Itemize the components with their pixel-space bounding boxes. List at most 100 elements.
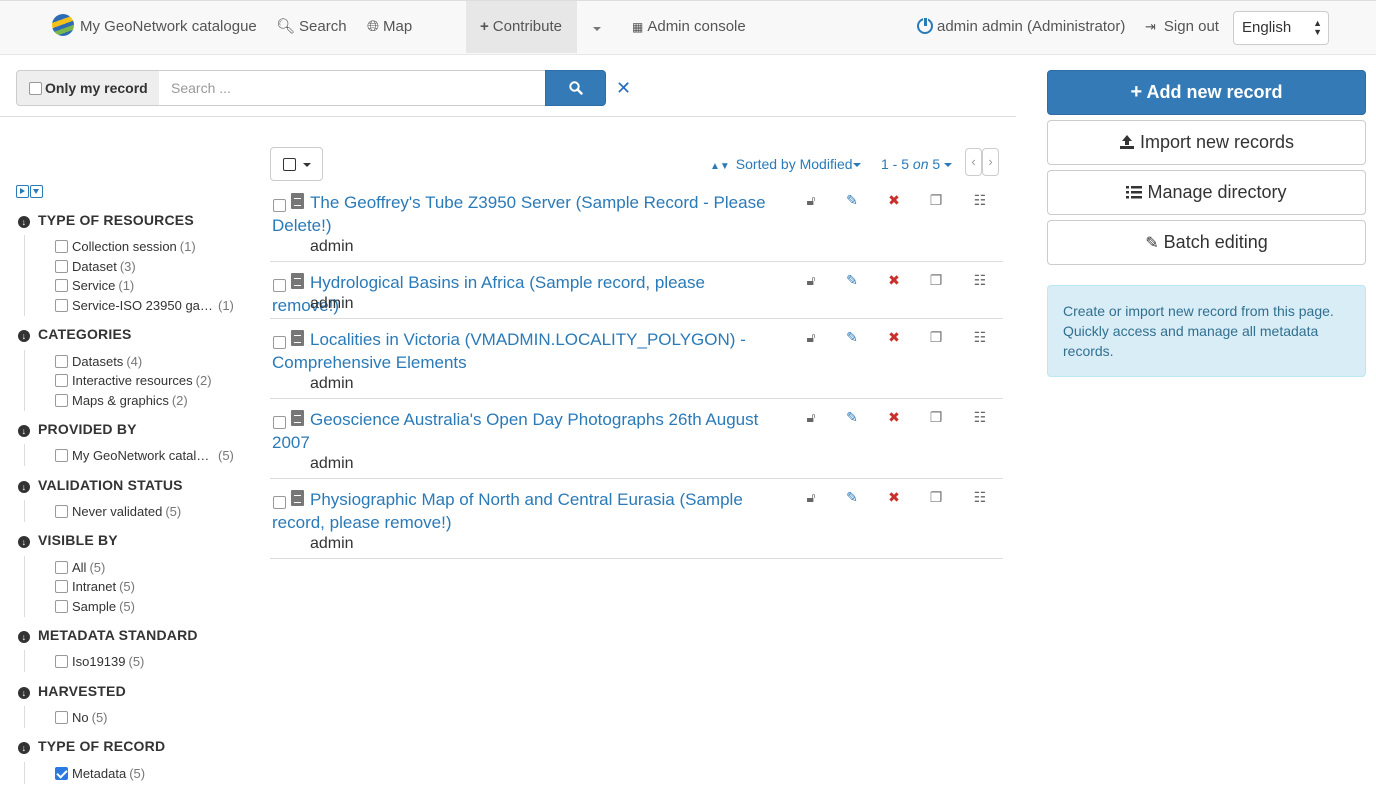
delete-icon[interactable]: ✖ <box>885 192 903 209</box>
facet-option[interactable]: Iso19139 (5) <box>55 654 144 669</box>
facet-option[interactable]: Service (1) <box>55 278 134 293</box>
manage-directory-button[interactable]: Manage directory <box>1047 170 1366 215</box>
pencil-icon[interactable]: ✎ <box>843 489 861 506</box>
facet-guide-line <box>24 235 25 316</box>
lock-icon[interactable]: 🔓︎ <box>802 192 820 209</box>
delete-icon[interactable]: ✖ <box>885 272 903 289</box>
facet-checkbox[interactable] <box>55 580 68 593</box>
select-arrows-icon: ▲ ▼ <box>1313 18 1322 37</box>
facet-heading[interactable]: ↓ CATEGORIES <box>18 326 132 342</box>
facet-checkbox[interactable] <box>55 299 68 312</box>
facet-checkbox[interactable] <box>55 449 68 462</box>
facet-heading[interactable]: ↓ VISIBLE BY <box>18 532 118 548</box>
facet-heading[interactable]: ↓ HARVESTED <box>18 683 126 699</box>
record-title-link[interactable]: Geoscience Australia's Open Day Photogra… <box>272 408 772 454</box>
record-title-link[interactable]: Localities in Victoria (VMADMIN.LOCALITY… <box>272 328 772 374</box>
delete-icon[interactable]: ✖ <box>885 489 903 506</box>
only-my-record-toggle[interactable]: Only my record <box>16 70 160 106</box>
nav-admin-console[interactable]: ▦ Admin console <box>632 1 746 53</box>
lock-icon[interactable]: 🔓︎ <box>802 329 820 346</box>
brand-link[interactable]: My GeoNetwork catalogue <box>52 1 257 53</box>
facet-checkbox[interactable] <box>55 600 68 613</box>
facet-option[interactable]: My GeoNetwork catalogue (5) <box>55 448 234 463</box>
import-new-records-button[interactable]: Import new records <box>1047 120 1366 165</box>
collapse-all-icon[interactable] <box>30 185 43 198</box>
delete-icon[interactable]: ✖ <box>885 329 903 346</box>
facet-title: TYPE OF RESOURCES <box>38 212 194 228</box>
nav-search[interactable]: 🔍︎ Search <box>276 1 347 53</box>
sign-out-link[interactable]: ⇥ Sign out <box>1145 1 1219 53</box>
facet-checkbox[interactable] <box>55 505 68 518</box>
add-new-record-button[interactable]: + Add new record <box>1047 70 1366 115</box>
lock-icon[interactable]: 🔓︎ <box>802 272 820 289</box>
sitemap-icon[interactable]: ☷ <box>971 489 989 506</box>
pencil-icon[interactable]: ✎ <box>843 409 861 426</box>
nav-map[interactable]: 🌐︎ Map <box>367 1 412 53</box>
facet-option[interactable]: Intranet (5) <box>55 579 135 594</box>
facet-heading[interactable]: ↓ TYPE OF RECORD <box>18 738 165 754</box>
pencil-icon[interactable]: ✎ <box>843 329 861 346</box>
facet-checkbox[interactable] <box>55 767 68 780</box>
lock-icon[interactable]: 🔓︎ <box>802 409 820 426</box>
next-page-button[interactable]: › <box>982 148 999 176</box>
facet-title: PROVIDED BY <box>38 421 137 437</box>
pencil-icon[interactable]: ✎ <box>843 192 861 209</box>
paging-dropdown[interactable]: 1 - 5 on 5 <box>881 156 953 172</box>
facet-option[interactable]: Metadata (5) <box>55 766 145 781</box>
search-icon <box>568 81 583 95</box>
facet-option[interactable]: All (5) <box>55 560 105 575</box>
facet-option[interactable]: Service-ISO 23950 gateway(1) <box>55 298 234 313</box>
batch-editing-button[interactable]: ✎ Batch editing <box>1047 220 1366 265</box>
facet-checkbox[interactable] <box>55 711 68 724</box>
facet-checkbox[interactable] <box>55 279 68 292</box>
facet-option[interactable]: Interactive resources (2) <box>55 373 212 388</box>
record-title-link[interactable]: Physiographic Map of North and Central E… <box>272 488 772 534</box>
clear-search-icon[interactable]: ✕ <box>616 78 631 99</box>
pencil-icon[interactable]: ✎ <box>843 272 861 289</box>
facet-checkbox[interactable] <box>55 260 68 273</box>
record-title-link[interactable]: The Geoffrey's Tube Z3950 Server (Sample… <box>272 191 772 237</box>
copy-icon[interactable]: ❐ <box>927 489 945 506</box>
facet-option[interactable]: Never validated (5) <box>55 504 181 519</box>
facet-checkbox[interactable] <box>55 394 68 407</box>
expand-all-icon[interactable] <box>16 185 29 198</box>
sitemap-icon[interactable]: ☷ <box>971 192 989 209</box>
language-select[interactable]: English ▲ ▼ <box>1233 11 1329 45</box>
facet-option[interactable]: Collection session (1) <box>55 239 196 254</box>
sitemap-icon[interactable]: ☷ <box>971 272 989 289</box>
facet-option[interactable]: Maps & graphics (2) <box>55 393 188 408</box>
facet-option[interactable]: Dataset (3) <box>55 259 136 274</box>
facet-checkbox[interactable] <box>55 561 68 574</box>
copy-icon[interactable]: ❐ <box>927 272 945 289</box>
facet-checkbox[interactable] <box>55 355 68 368</box>
nav-contribute[interactable]: + Contribute <box>466 1 577 53</box>
facet-heading[interactable]: ↓ METADATA STANDARD <box>18 627 198 643</box>
search-button[interactable] <box>545 70 606 106</box>
facet-option[interactable]: Sample (5) <box>55 599 135 614</box>
facet-guide-line <box>24 444 25 466</box>
copy-icon[interactable]: ❐ <box>927 192 945 209</box>
facet-checkbox[interactable] <box>55 240 68 253</box>
facet-heading[interactable]: ↓ TYPE OF RESOURCES <box>18 212 194 228</box>
facet-heading[interactable]: ↓ VALIDATION STATUS <box>18 477 183 493</box>
sitemap-icon[interactable]: ☷ <box>971 409 989 426</box>
select-all-checkbox[interactable] <box>283 158 296 171</box>
lock-icon[interactable]: 🔓︎ <box>802 489 820 506</box>
contribute-dropdown-toggle[interactable] <box>593 1 601 53</box>
sort-dropdown[interactable]: ▲▼ Sorted by Modified <box>710 156 861 172</box>
copy-icon[interactable]: ❐ <box>927 409 945 426</box>
facet-checkbox[interactable] <box>55 374 68 387</box>
facet-checkbox[interactable] <box>55 655 68 668</box>
search-input[interactable]: Search ... <box>159 70 546 106</box>
facet-guide-line <box>24 706 25 728</box>
facet-option[interactable]: No (5) <box>55 710 108 725</box>
delete-icon[interactable]: ✖ <box>885 409 903 426</box>
sitemap-icon[interactable]: ☷ <box>971 329 989 346</box>
facet-option[interactable]: Datasets (4) <box>55 354 142 369</box>
select-all-dropdown[interactable] <box>270 147 323 181</box>
user-menu[interactable]: admin admin (Administrator) <box>917 1 1125 53</box>
facet-heading[interactable]: ↓ PROVIDED BY <box>18 421 137 437</box>
previous-page-button[interactable]: ‹ <box>965 148 982 176</box>
copy-icon[interactable]: ❐ <box>927 329 945 346</box>
only-my-record-checkbox[interactable] <box>29 82 42 95</box>
